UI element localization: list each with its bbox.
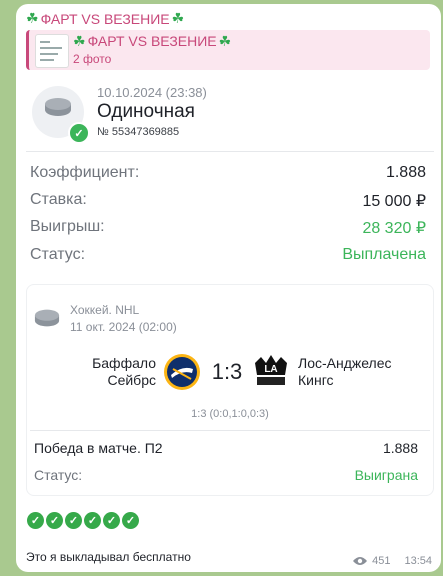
period-scores: 1:3 (0:0,1:0,0:3) <box>191 408 269 420</box>
bet-date: 10.10.2024 (23:38) <box>97 85 207 100</box>
status-label: Статус: <box>34 467 83 483</box>
divider <box>30 430 430 431</box>
message-time: 13:54 <box>404 555 432 567</box>
check-icon: ✓ <box>84 512 101 529</box>
channel-title[interactable]: ☘ ФАРТ VS ВЕЗЕНИЕ ☘ <box>26 10 184 27</box>
away-team-name: Лос-Анджелес Кингс <box>298 355 392 388</box>
la-kings-logo-icon: LA <box>255 355 287 385</box>
home-team-name: Баффало Сейбрс <box>92 355 156 388</box>
hockey-puck-icon <box>45 98 71 116</box>
reply-preview[interactable]: ☘ ФАРТ VS ВЕЗЕНИЕ ☘ 2 фото <box>26 30 430 70</box>
bet-number: № 55347369885 <box>97 126 180 138</box>
channel-name: ФАРТ VS ВЕЗЕНИЕ <box>40 10 170 27</box>
clover-icon: ☘ <box>73 33 86 49</box>
bet-pick-row: Победа в матче. П2 1.888 <box>34 440 418 456</box>
view-count: 451 <box>372 555 391 567</box>
row-stake: Ставка: 15 000 ₽ <box>30 191 426 211</box>
row-label: Ставка: <box>30 191 87 208</box>
check-icon: ✓ <box>65 512 82 529</box>
clover-icon: ☘ <box>171 10 185 26</box>
buffalo-sabres-logo-icon <box>164 354 200 390</box>
divider <box>26 151 434 152</box>
row-value: Выплачена <box>342 246 426 263</box>
pick-label: Победа в матче. П2 <box>34 440 163 456</box>
pick-odds: 1.888 <box>382 440 418 456</box>
match-score: 1:3 <box>211 359 243 384</box>
check-icon: ✓ <box>122 512 139 529</box>
row-status: Статус: Выплачена <box>30 246 426 264</box>
event-date: 11 окт. 2024 (02:00) <box>70 320 177 334</box>
clover-icon: ☘ <box>26 10 39 26</box>
hockey-puck-icon <box>34 309 60 327</box>
message-caption: Это я выкладывал бесплатно <box>26 550 191 564</box>
row-label: Выигрыш: <box>30 218 105 235</box>
event-league: Хоккей. NHL <box>70 303 140 317</box>
checkmarks-row: ✓ ✓ ✓ ✓ ✓ ✓ <box>27 512 139 529</box>
row-value: 1.888 <box>385 164 426 181</box>
reply-thumbnail <box>35 34 69 68</box>
clover-icon: ☘ <box>218 33 232 49</box>
message-meta: 451 13:54 <box>352 555 432 567</box>
event-status-row: Статус: Выиграна <box>34 467 418 483</box>
row-value: 15 000 ₽ <box>362 193 426 210</box>
row-label: Статус: <box>30 246 86 263</box>
status-value: Выиграна <box>354 467 418 483</box>
reply-title: ☘ ФАРТ VS ВЕЗЕНИЕ ☘ <box>73 33 231 50</box>
reply-title-text: ФАРТ VS ВЕЗЕНИЕ <box>87 33 217 49</box>
eye-icon <box>353 557 368 565</box>
row-winnings: Выигрыш: 28 320 ₽ <box>30 218 426 238</box>
check-icon: ✓ <box>103 512 120 529</box>
success-check-icon: ✓ <box>68 122 90 144</box>
row-label: Коэффициент: <box>30 164 140 181</box>
row-value: 28 320 ₽ <box>362 220 426 237</box>
bet-type: Одиночная <box>97 101 195 122</box>
svg-text:LA: LA <box>264 364 277 375</box>
row-coefficient: Коэффициент: 1.888 <box>30 164 426 182</box>
check-icon: ✓ <box>46 512 63 529</box>
reply-subtitle: 2 фото <box>73 52 112 66</box>
check-icon: ✓ <box>27 512 44 529</box>
